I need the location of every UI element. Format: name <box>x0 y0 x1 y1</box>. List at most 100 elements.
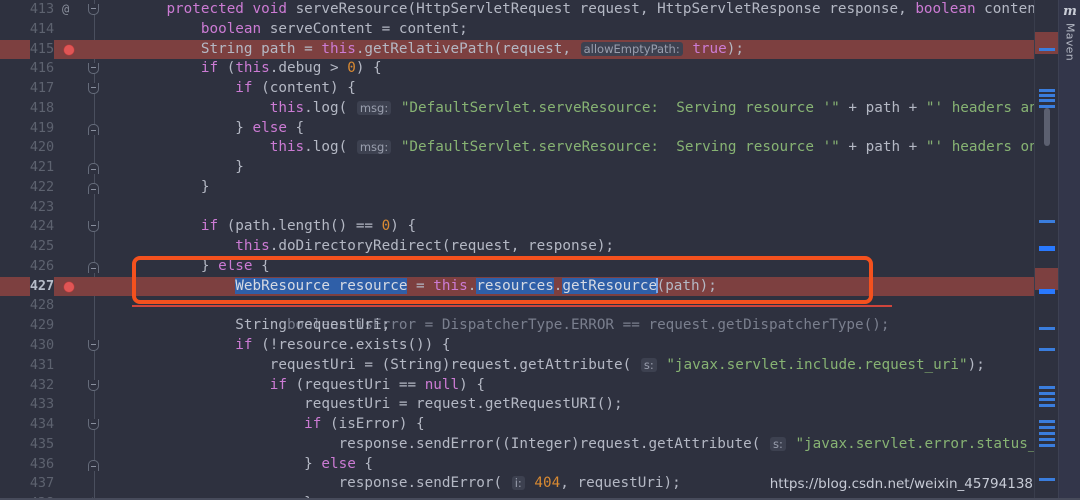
watermark-url: https://blog.csdn.net/weixin_45794138 <box>769 476 1033 492</box>
code-line-428[interactable]: boolean isError = DispatcherType.ERROR =… <box>132 296 1034 333</box>
code-line-424[interactable]: if (path.length() == 0) { <box>132 217 1034 237</box>
code-line-427[interactable]: WebResource resource = this.resources.ge… <box>132 276 1034 297</box>
gutter-row-427[interactable]: 427 <box>0 276 132 297</box>
gutter-row-425[interactable]: 425 <box>0 237 132 257</box>
fold-toggle-icon[interactable] <box>88 261 99 273</box>
code-line-421[interactable]: } <box>132 158 1034 178</box>
line-number-424: 424 <box>29 218 54 235</box>
code-line-415[interactable]: String path = this.getRelativePath(reque… <box>132 39 1034 60</box>
stripe-marker[interactable] <box>1039 426 1055 429</box>
fold-toggle-icon[interactable] <box>88 163 99 175</box>
right-tool-window-bar: m Maven <box>1058 0 1080 500</box>
code-line-434[interactable]: if (isError) { <box>132 415 1034 435</box>
line-number-427: 427 <box>29 276 54 297</box>
stripe-marker[interactable] <box>1039 48 1055 51</box>
fold-toggle-icon[interactable] <box>88 379 99 391</box>
code-line-436[interactable]: } else { <box>132 455 1034 475</box>
gutter-row-415[interactable]: 415 <box>0 39 132 60</box>
code-line-416[interactable]: if (this.debug > 0) { <box>132 59 1034 79</box>
editor-gutter[interactable]: 413 @ 414 415 416 417 418 419 420 421 42… <box>0 0 132 500</box>
stripe-marker[interactable] <box>1039 478 1055 481</box>
gutter-row-416[interactable]: 416 <box>0 59 132 79</box>
error-stripe-scrollbar[interactable] <box>1034 0 1059 500</box>
code-line-419[interactable]: } else { <box>132 119 1034 139</box>
gutter-row-435[interactable]: 435 <box>0 435 132 455</box>
gutter-row-437[interactable]: 437 <box>0 474 132 494</box>
gutter-row-430[interactable]: 430 <box>0 336 132 356</box>
annotation-at-icon[interactable]: @ <box>62 0 69 20</box>
stripe-marker[interactable] <box>1039 444 1055 447</box>
code-line-425[interactable]: this.doDirectoryRedirect(request, respon… <box>132 237 1034 257</box>
gutter-row-431[interactable]: 431 <box>0 356 132 376</box>
fold-toggle-icon[interactable] <box>88 459 99 471</box>
fold-toggle-icon[interactable] <box>88 182 99 194</box>
gutter-row-420[interactable]: 420 <box>0 138 132 158</box>
stripe-marker[interactable] <box>1039 392 1055 395</box>
line-number-436: 436 <box>29 455 54 472</box>
code-line-423[interactable] <box>132 198 1034 218</box>
code-line-426[interactable]: } else { <box>132 257 1034 277</box>
gutter-row-429[interactable]: 429 <box>0 316 132 336</box>
gutter-row-436[interactable]: 436 <box>0 455 132 475</box>
fold-toggle-icon[interactable] <box>88 221 99 233</box>
code-line-418[interactable]: this.log( msg: "DefaultServlet.serveReso… <box>132 99 1034 119</box>
stripe-marker[interactable] <box>1039 246 1055 251</box>
line-number-434: 434 <box>29 416 54 433</box>
gutter-row-433[interactable]: 433 <box>0 395 132 415</box>
gutter-row-422[interactable]: 422 <box>0 178 132 198</box>
stripe-marker[interactable] <box>1039 348 1055 351</box>
stripe-marker[interactable] <box>1039 398 1055 401</box>
breakpoint-icon[interactable] <box>64 282 74 293</box>
gutter-row-421[interactable]: 421 <box>0 158 132 178</box>
gutter-row-432[interactable]: 432 <box>0 376 132 396</box>
code-line-417[interactable]: if (content) { <box>132 79 1034 99</box>
stripe-marker[interactable] <box>1039 438 1055 441</box>
stripe-marker[interactable] <box>1039 420 1055 423</box>
tool-tab-maven[interactable]: m Maven <box>1059 4 1080 61</box>
deprecated-strikethrough <box>132 305 892 307</box>
code-area[interactable]: protected void serveResource(HttpServlet… <box>132 0 1034 500</box>
fold-toggle-icon[interactable] <box>88 340 99 352</box>
ide-editor-window: protected void serveResource(HttpServlet… <box>0 0 1080 500</box>
fold-toggle-icon[interactable] <box>88 123 99 135</box>
code-line-433[interactable]: requestUri = request.getRequestURI(); <box>132 395 1034 415</box>
line-number-416: 416 <box>29 60 54 77</box>
stripe-marker[interactable] <box>1039 327 1055 330</box>
line-number-417: 417 <box>29 80 54 97</box>
stripe-marker[interactable] <box>1039 94 1055 97</box>
code-line-430[interactable]: if (!resource.exists()) { <box>132 336 1034 356</box>
stripe-marker[interactable] <box>1039 89 1055 92</box>
stripe-marker[interactable] <box>1039 432 1055 435</box>
stripe-marker[interactable] <box>1039 386 1055 389</box>
code-line-432[interactable]: if (requestUri == null) { <box>132 376 1034 396</box>
fold-toggle-icon[interactable] <box>88 83 99 95</box>
stripe-marker-execution[interactable] <box>1035 268 1059 290</box>
breakpoint-icon[interactable] <box>64 45 74 56</box>
gutter-row-423[interactable]: 423 <box>0 198 132 218</box>
code-line-422[interactable]: } <box>132 178 1034 198</box>
code-line-414[interactable]: boolean serveContent = content; <box>132 20 1034 40</box>
gutter-row-419[interactable]: 419 <box>0 119 132 139</box>
gutter-row-417[interactable]: 417 <box>0 79 132 99</box>
code-line-420[interactable]: this.log( msg: "DefaultServlet.serveReso… <box>132 138 1034 158</box>
code-line-413[interactable]: protected void serveResource(HttpServlet… <box>132 0 1034 20</box>
gutter-row-418[interactable]: 418 <box>0 99 132 119</box>
fold-toggle-icon[interactable] <box>88 63 99 75</box>
stripe-marker[interactable] <box>1039 99 1055 102</box>
stripe-marker[interactable] <box>1039 289 1055 294</box>
scrollbar-thumb[interactable] <box>1044 108 1050 146</box>
stripe-marker[interactable] <box>1039 404 1055 407</box>
line-number-428: 428 <box>29 297 54 314</box>
gutter-row-424[interactable]: 424 <box>0 217 132 237</box>
fold-toggle-icon[interactable] <box>88 419 99 431</box>
code-line-431[interactable]: requestUri = (String)request.getAttribut… <box>132 356 1034 376</box>
gutter-row-414[interactable]: 414 <box>0 20 132 40</box>
stripe-marker[interactable] <box>1039 220 1055 223</box>
gutter-row-434[interactable]: 434 <box>0 415 132 435</box>
line-number-437: 437 <box>29 475 54 492</box>
code-line-435[interactable]: response.sendError((Integer)request.getA… <box>132 435 1034 455</box>
gutter-row-413[interactable]: 413 @ <box>0 0 132 20</box>
gutter-row-426[interactable]: 426 <box>0 257 132 277</box>
gutter-row-428[interactable]: 428 <box>0 296 132 316</box>
fold-toggle-icon[interactable] <box>88 4 99 15</box>
